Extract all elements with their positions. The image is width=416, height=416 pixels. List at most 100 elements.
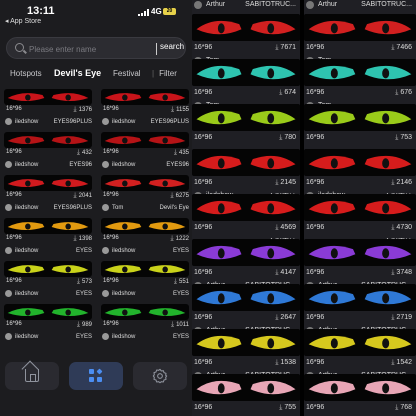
- download-icon: ⤓: [395, 134, 399, 141]
- download-count: ⤓ 551: [174, 278, 189, 286]
- download-value: 1398: [78, 236, 92, 242]
- template-card[interactable]: 16*96 ⤓ 2041 iledshow EYES96PLUS: [4, 175, 92, 220]
- back-to-app-store-link[interactable]: ◂ App Store: [5, 17, 41, 25]
- template-card[interactable]: 16*96 ⤓ 1376 iledshow EYES96PLUS: [4, 89, 92, 134]
- download-icon: ⤓: [395, 404, 399, 411]
- nav-home-button[interactable]: [5, 362, 59, 390]
- download-icon: ⤓: [275, 314, 279, 321]
- tab-hotspots[interactable]: Hotspots: [10, 69, 42, 78]
- download-icon: ⤓: [391, 44, 395, 51]
- tab-devils-eye[interactable]: Devil's Eye: [54, 68, 101, 78]
- nav-settings-button[interactable]: [133, 362, 187, 390]
- download-icon: ⤓: [279, 404, 283, 411]
- template-size: 16*96: [103, 106, 119, 112]
- template-card[interactable]: 16*96 ⤓ 989 iledshow EYES: [4, 304, 92, 349]
- author-name: iledshow: [15, 205, 39, 211]
- eye-preview-icon: [192, 104, 300, 131]
- template-size: 16*96: [306, 269, 325, 276]
- template-preview: [192, 374, 300, 401]
- download-value: 989: [81, 322, 92, 328]
- template-tag: SABITOTRUC...: [245, 1, 296, 8]
- template-card[interactable]: 16*96 ⤓ 6275 Tom Devil's Eye: [101, 175, 189, 220]
- nav-templates-button[interactable]: [69, 362, 123, 390]
- template-card[interactable]: 16*96 ⤓ 573 iledshow EYES: [4, 261, 92, 306]
- template-preview: [304, 104, 416, 131]
- download-value: 780: [284, 134, 296, 141]
- template-size: 16*96: [194, 179, 213, 186]
- battery-icon: 20: [163, 8, 176, 15]
- download-count: ⤓ 676: [395, 89, 412, 97]
- download-value: 2647: [280, 314, 296, 321]
- template-size: 16*96: [194, 404, 213, 411]
- template-card[interactable]: 16*96 ⤓ 1398 iledshow EYES: [4, 218, 92, 263]
- tab-festival[interactable]: Festival: [113, 69, 141, 78]
- download-count: ⤓ 2146: [391, 179, 412, 187]
- template-card[interactable]: 16*96 ⤓ 435 iledshow EYES96: [101, 132, 189, 177]
- download-icon: ⤓: [391, 359, 395, 366]
- search-input[interactable]: [29, 42, 153, 56]
- download-count: ⤓ 1398: [74, 235, 92, 243]
- template-size: 16*96: [306, 179, 325, 186]
- eye-preview-icon: [304, 14, 416, 41]
- category-tabs: Hotspots Devil's Eye Festival | Filter: [0, 66, 192, 82]
- author-name: Arthur: [206, 1, 226, 8]
- template-size: 16*96: [194, 44, 213, 51]
- download-value: 573: [81, 279, 92, 285]
- download-count: ⤓ 432: [77, 149, 92, 157]
- status-bar: 13:11 ◂ App Store 4G 20: [0, 0, 192, 32]
- template-card[interactable]: 16*96 ⤓ 551 iledshow EYES: [101, 261, 189, 306]
- eye-preview-icon: [101, 304, 189, 320]
- template-size: 16*96: [103, 192, 119, 198]
- download-value: 551: [178, 279, 189, 285]
- template-card[interactable]: 16*96 ⤓ 1155 iledshow EYES96PLUS: [101, 89, 189, 134]
- eye-preview-icon: [304, 329, 416, 356]
- list-item-partial[interactable]: Arthur SABITOTRUC...: [192, 0, 300, 12]
- template-tag: EYES96: [69, 162, 92, 168]
- eye-preview-icon: [4, 175, 92, 191]
- download-icon: ⤓: [279, 134, 283, 141]
- eye-preview-icon: [101, 218, 189, 234]
- eye-preview-icon: [304, 149, 416, 176]
- eye-preview-icon: [101, 89, 189, 105]
- download-value: 676: [400, 89, 412, 96]
- template-card[interactable]: 16*96 ⤓ 1222 iledshow EYES: [101, 218, 189, 263]
- author-name: iledshow: [112, 248, 136, 254]
- download-value: 6275: [175, 193, 189, 199]
- template-size: 16*96: [6, 192, 22, 198]
- download-value: 432: [81, 150, 92, 156]
- download-icon: ⤓: [391, 314, 395, 321]
- search-icon: [15, 43, 24, 52]
- eye-preview-icon: [304, 374, 416, 401]
- screen-column-right: Arthur SABITOTRUC... 16*96⤓7466Tom16*96⤓…: [304, 0, 416, 416]
- filter-button[interactable]: | Filter: [152, 69, 177, 78]
- template-tag: EYES: [75, 334, 92, 340]
- search-button[interactable]: search: [160, 42, 184, 51]
- grid-icon: [89, 368, 103, 383]
- avatar: [5, 247, 12, 254]
- template-size: 16*96: [103, 235, 119, 241]
- download-value: 7671: [280, 44, 296, 51]
- eye-preview-icon: [192, 374, 300, 401]
- template-card[interactable]: 16*96 ⤓ 768: [304, 374, 416, 416]
- list-item-partial[interactable]: Arthur SABITOTRUC...: [304, 0, 416, 12]
- avatar: [194, 1, 202, 9]
- template-preview: [4, 132, 92, 148]
- template-preview: [192, 284, 300, 311]
- download-icon: ⤓: [395, 89, 399, 96]
- download-value: 1376: [78, 107, 92, 113]
- avatar: [102, 247, 109, 254]
- template-card[interactable]: 16*96 ⤓ 432 iledshow EYES96: [4, 132, 92, 177]
- download-value: 674: [284, 89, 296, 96]
- author-name: iledshow: [15, 291, 39, 297]
- template-card[interactable]: 16*96 ⤓ 755: [192, 374, 300, 416]
- screen-column-middle: Arthur SABITOTRUC... 16*96⤓7671Tom16*96⤓…: [192, 0, 300, 416]
- download-icon: ⤓: [173, 149, 177, 156]
- download-icon: ⤓: [279, 89, 283, 96]
- template-size: 16*96: [306, 44, 325, 51]
- template-card[interactable]: 16*96 ⤓ 1011 iledshow EYES: [101, 304, 189, 349]
- download-count: ⤓ 4569: [275, 224, 296, 232]
- download-value: 753: [400, 134, 412, 141]
- download-count: ⤓ 7671: [275, 44, 296, 52]
- download-value: 4730: [396, 224, 412, 231]
- eye-preview-icon: [304, 284, 416, 311]
